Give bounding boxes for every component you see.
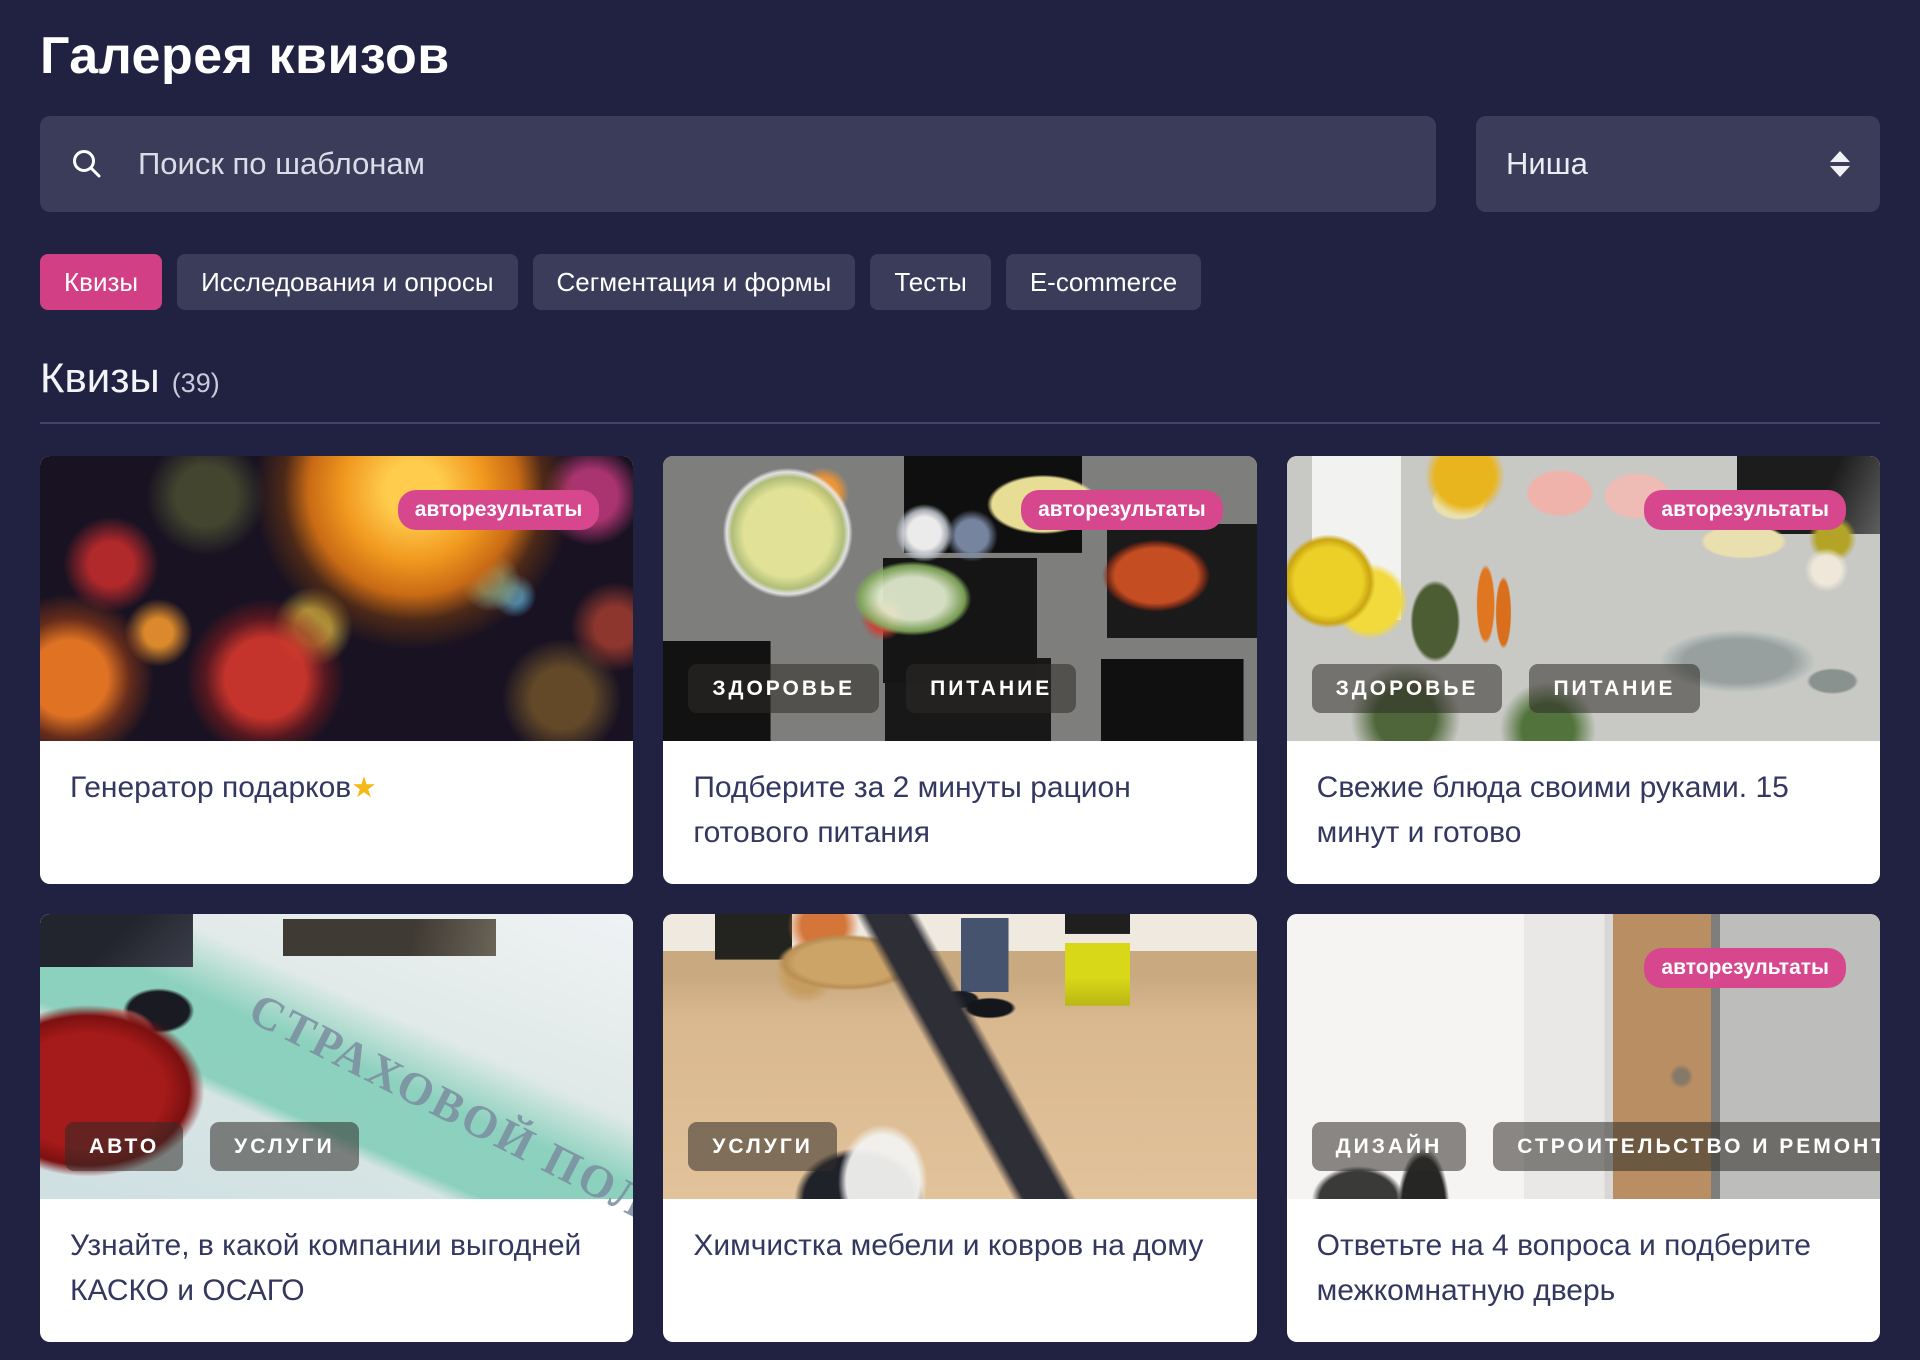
card-content: Узнайте, в какой компании выгодней КАСКО…: [40, 1199, 633, 1342]
card-tag: ЗДОРОВЬЕ: [688, 664, 879, 713]
section-head: Квизы (39): [40, 354, 1880, 402]
autoresults-badge: авторезультаты: [1644, 948, 1846, 988]
quiz-card-grid: авторезультаты Генератор подарков★ автор…: [40, 456, 1880, 1342]
category-tab[interactable]: Тесты: [870, 254, 990, 310]
category-tab[interactable]: E-commerce: [1006, 254, 1201, 310]
search-input[interactable]: [138, 146, 1406, 182]
card-content: Химчистка мебели и ковров на дому: [663, 1199, 1256, 1342]
autoresults-badge: авторезультаты: [398, 490, 600, 530]
quiz-card[interactable]: авторезультаты ДИЗАЙН СТРОИТЕЛЬСТВО И РЕМ…: [1287, 914, 1880, 1342]
card-image: авторезультаты ДИЗАЙН СТРОИТЕЛЬСТВО И РЕМ…: [1287, 914, 1880, 1199]
card-tags: ЗДОРОВЬЕ ПИТАНИЕ: [688, 664, 1076, 713]
card-tag: СТРОИТЕЛЬСТВО И РЕМОНТ: [1493, 1122, 1880, 1171]
quiz-card[interactable]: СТРАХОВОЙ ПОЛИС АВТОУСЛУГИ Узнайте, в ка…: [40, 914, 633, 1342]
card-content: Подберите за 2 минуты рацион готового пи…: [663, 741, 1256, 884]
quiz-gallery-page: Галерея квизов Ниша Квизы Исследования и …: [0, 0, 1920, 1342]
card-tags: УСЛУГИ: [688, 1122, 837, 1171]
card-image: авторезультаты ЗДОРОВЬЕ ПИТАНИЕ: [1287, 456, 1880, 741]
card-tag: ПИТАНИЕ: [906, 664, 1076, 713]
category-tab[interactable]: Квизы: [40, 254, 162, 310]
quiz-card[interactable]: УСЛУГИ Химчистка мебели и ковров на дому: [663, 914, 1256, 1342]
card-tag: УСЛУГИ: [688, 1122, 837, 1171]
card-content: Генератор подарков★: [40, 741, 633, 884]
card-image: СТРАХОВОЙ ПОЛИС АВТОУСЛУГИ: [40, 914, 633, 1199]
page-title: Галерея квизов: [40, 26, 1880, 86]
card-content: Свежие блюда своими руками. 15 минут и г…: [1287, 741, 1880, 884]
card-image: авторезультаты: [40, 456, 633, 741]
card-tag: АВТО: [65, 1122, 183, 1171]
section-title: Квизы: [40, 354, 160, 402]
niche-select-value: Ниша: [1506, 146, 1588, 182]
quiz-card[interactable]: авторезультаты Генератор подарков★: [40, 456, 633, 884]
section-divider: [40, 422, 1880, 424]
category-tabs: Квизы Исследования и опросы Сегментация и …: [40, 254, 1880, 310]
section-count: (39): [172, 368, 220, 399]
card-title: Генератор подарков★: [70, 765, 603, 810]
card-tag: ЗДОРОВЬЕ: [1312, 664, 1503, 713]
sort-arrows-icon: [1830, 151, 1850, 177]
card-title: Химчистка мебели и ковров на дому: [693, 1223, 1226, 1268]
search-icon: [70, 147, 104, 181]
card-tags: ДИЗАЙН СТРОИТЕЛЬСТВО И РЕМОНТ: [1312, 1122, 1880, 1171]
search-bar[interactable]: [40, 116, 1436, 212]
star-emoji: ★: [351, 772, 377, 804]
category-tab[interactable]: Исследования и опросы: [177, 254, 517, 310]
quiz-card[interactable]: авторезультаты ЗДОРОВЬЕ ПИТАНИЕ Подберите…: [663, 456, 1256, 884]
card-image: авторезультаты ЗДОРОВЬЕ ПИТАНИЕ: [663, 456, 1256, 741]
card-title: Ответьте на 4 вопроса и подберите межком…: [1317, 1223, 1850, 1313]
card-tag: ПИТАНИЕ: [1529, 664, 1699, 713]
card-title: Свежие блюда своими руками. 15 минут и г…: [1317, 765, 1850, 855]
niche-select[interactable]: Ниша: [1476, 116, 1880, 212]
card-content: Ответьте на 4 вопроса и подберите межком…: [1287, 1199, 1880, 1342]
category-tab[interactable]: Сегментация и формы: [533, 254, 856, 310]
autoresults-badge: авторезультаты: [1644, 490, 1846, 530]
autoresults-badge: авторезультаты: [1021, 490, 1223, 530]
card-image: УСЛУГИ: [663, 914, 1256, 1199]
card-title: Узнайте, в какой компании выгодней КАСКО…: [70, 1223, 603, 1313]
quiz-card[interactable]: авторезультаты ЗДОРОВЬЕ ПИТАНИЕ Свежие бл…: [1287, 456, 1880, 884]
card-title: Подберите за 2 минуты рацион готового пи…: [693, 765, 1226, 855]
card-tag: УСЛУГИ: [210, 1122, 359, 1171]
card-tags: ЗДОРОВЬЕ ПИТАНИЕ: [1312, 664, 1700, 713]
card-tag: ДИЗАЙН: [1312, 1122, 1467, 1171]
search-row: Ниша: [40, 116, 1880, 212]
card-tags: АВТО УСЛУГИ: [65, 1122, 359, 1171]
